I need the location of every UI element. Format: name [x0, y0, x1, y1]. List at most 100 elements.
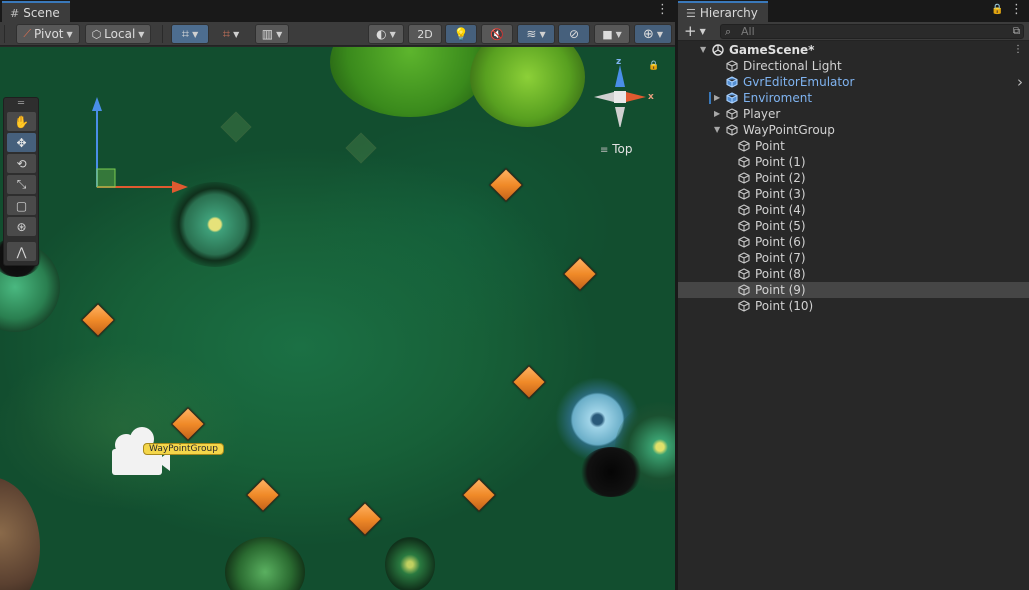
tab-hierarchy[interactable]: ☰ Hierarchy — [678, 1, 768, 22]
transform-tool-button[interactable]: ⊛ — [7, 217, 36, 236]
hierarchy-child-item[interactable]: Point (5) — [678, 218, 1029, 234]
waypoint-marker[interactable] — [489, 168, 523, 202]
local-dropdown[interactable]: ⬡ Local ▼ — [85, 24, 151, 44]
waypoint-marker[interactable] — [246, 478, 280, 512]
hierarchy-item[interactable]: ▼ WayPointGroup — [678, 122, 1029, 138]
hierarchy-child-item[interactable]: Point (2) — [678, 170, 1029, 186]
gameobject-cube-icon — [738, 268, 750, 280]
camera-dropdown[interactable]: ■ ▼ — [594, 24, 630, 44]
hand-tool-button[interactable]: ✋ — [7, 112, 36, 131]
hierarchy-item[interactable]: ▶ Enviroment — [678, 90, 1029, 106]
grid-snap-dropdown[interactable]: ⌗ ▼ — [171, 24, 209, 44]
custom-tool-button[interactable]: ⋀ — [7, 242, 36, 261]
search-placeholder: All — [741, 25, 755, 38]
expand-arrow-down-icon[interactable]: ▼ — [714, 122, 720, 138]
rotate-icon: ⟲ — [16, 156, 27, 171]
scale-tool-button[interactable]: ⤡ — [7, 175, 36, 194]
grid-snap-icon: ⌗ — [181, 26, 190, 42]
waypoint-marker[interactable] — [563, 257, 597, 291]
foliage-cluster — [330, 47, 490, 117]
waypoint-marker[interactable] — [81, 303, 115, 337]
hierarchy-child-item[interactable]: Point (3) — [678, 186, 1029, 202]
increment-snap-dropdown[interactable]: ⌗ ▼ — [213, 24, 249, 44]
scene-tabbar: # Scene ⋮ — [0, 0, 675, 22]
effects-dropdown[interactable]: ≋ ▼ — [517, 24, 555, 44]
rect-tool-button[interactable]: ▢ — [7, 196, 36, 215]
toggle-2d-button[interactable]: 2D — [408, 24, 442, 44]
hierarchy-item[interactable]: Directional Light — [678, 58, 1029, 74]
gameobject-cube-icon — [738, 172, 750, 184]
hierarchy-child-item[interactable]: Point — [678, 138, 1029, 154]
hierarchy-child-item[interactable]: Point (10) — [678, 298, 1029, 314]
scene-menu-icon[interactable]: ⋮ — [1013, 42, 1023, 58]
grid-lines-icon: ▥ — [261, 27, 274, 41]
hierarchy-menu-icon[interactable]: ⋮ — [1010, 3, 1023, 18]
search-input[interactable]: ⌕ All ⧉ — [720, 24, 1024, 39]
prefab-cube-icon — [726, 76, 738, 88]
axis-x-label: x — [648, 92, 654, 102]
lighting-toggle-button[interactable]: 💡 — [445, 24, 477, 44]
gameobject-cube-icon — [738, 204, 750, 216]
scene-viewport[interactable]: WayPointGroup ═ ✋ ✥ ⟲ ⤡ ▢ ⊛ ⋀ z x 🔒 ≡ To… — [0, 47, 675, 590]
draw-mode-dropdown[interactable]: ◐ ▼ — [368, 24, 404, 44]
view-name: Top — [612, 142, 633, 156]
gameobject-cube-icon — [738, 220, 750, 232]
hierarchy-item-label: Point (3) — [755, 187, 806, 201]
rotate-tool-button[interactable]: ⟲ — [7, 154, 36, 173]
hierarchy-item-label: Point (1) — [755, 155, 806, 169]
hierarchy-child-item[interactable]: Point (4) — [678, 202, 1029, 218]
open-prefab-arrow-icon[interactable]: › — [1017, 74, 1023, 90]
shading-sphere-icon: ◐ — [376, 27, 387, 41]
tab-scene[interactable]: # Scene — [2, 1, 70, 22]
gameobject-cube-icon — [726, 60, 738, 72]
hierarchy-child-item[interactable]: Point (7) — [678, 250, 1029, 266]
lock-icon[interactable]: 🔒 — [991, 4, 1003, 15]
hierarchy-item-label: Point (6) — [755, 235, 806, 249]
grid-icon: # — [10, 6, 20, 20]
gameobject-cube-icon — [726, 124, 738, 136]
hierarchy-item-label: Directional Light — [743, 59, 842, 73]
hierarchy-child-item[interactable]: Point (1) — [678, 154, 1029, 170]
gizmos-dropdown[interactable]: ⊕ ▼ — [634, 24, 672, 44]
move-gizmo[interactable] — [80, 95, 190, 205]
create-dropdown[interactable]: + ▼ — [684, 22, 706, 41]
rock-shadow — [580, 447, 642, 497]
list-icon: ☰ — [686, 6, 696, 20]
snap-increment-icon: ⌗ — [222, 26, 231, 42]
move-tool-button[interactable]: ✥ — [7, 133, 36, 152]
hierarchy-item[interactable]: ▶ Player — [678, 106, 1029, 122]
waypoint-marker[interactable] — [171, 407, 205, 441]
audio-toggle-button[interactable]: 🔇 — [481, 24, 513, 44]
gameobject-cube-icon — [738, 284, 750, 296]
expand-arrow-right-icon[interactable]: ▶ — [714, 106, 720, 122]
pivot-dropdown[interactable]: ⟋ Pivot ▼ — [16, 24, 80, 44]
hierarchy-tree: ▼ GameScene* ⋮ Directional Light GvrEditorEm… — [678, 42, 1029, 314]
local-label: Local — [104, 27, 136, 41]
tool-palette: ═ ✋ ✥ ⟲ ⤡ ▢ ⊛ ⋀ — [3, 97, 39, 266]
hierarchy-item[interactable]: GvrEditorEmulator › — [678, 74, 1029, 90]
lock-icon[interactable]: 🔒 — [648, 61, 659, 71]
rock — [0, 477, 40, 590]
waypoint-marker[interactable] — [348, 502, 382, 536]
expand-arrow-right-icon[interactable]: ▶ — [714, 90, 720, 106]
hierarchy-child-item[interactable]: Point (6) — [678, 234, 1029, 250]
filter-icon[interactable]: ⧉ — [1013, 25, 1020, 38]
waypoint-marker[interactable] — [512, 365, 546, 399]
hand-icon: ✋ — [14, 114, 29, 129]
hierarchy-panel: ☰ Hierarchy 🔒 ⋮ + ▼ ⌕ All ⧉ ▼ GameScene* ⋮… — [678, 0, 1029, 590]
scene-root-row[interactable]: ▼ GameScene* ⋮ — [678, 42, 1029, 58]
chevron-down-icon: ▼ — [66, 29, 73, 39]
gameobject-cube-icon — [738, 156, 750, 168]
expand-arrow-down-icon[interactable]: ▼ — [700, 42, 706, 58]
rect-icon: ▢ — [15, 198, 28, 213]
scene-menu-icon[interactable]: ⋮ — [656, 3, 669, 18]
hierarchy-child-item[interactable]: Point (8) — [678, 266, 1029, 282]
unity-scene-icon — [712, 44, 724, 56]
hierarchy-child-item[interactable]: Point (9) — [678, 282, 1029, 298]
waypoint-marker[interactable] — [462, 478, 496, 512]
view-orientation-label[interactable]: ≡ Top — [600, 142, 632, 156]
scene-visibility-button[interactable]: ⊘ — [558, 24, 590, 44]
chevron-down-icon: ▼ — [276, 29, 283, 39]
grid-toggle-dropdown[interactable]: ▥ ▼ — [255, 24, 289, 44]
drag-handle-icon[interactable]: ═ — [7, 99, 35, 110]
